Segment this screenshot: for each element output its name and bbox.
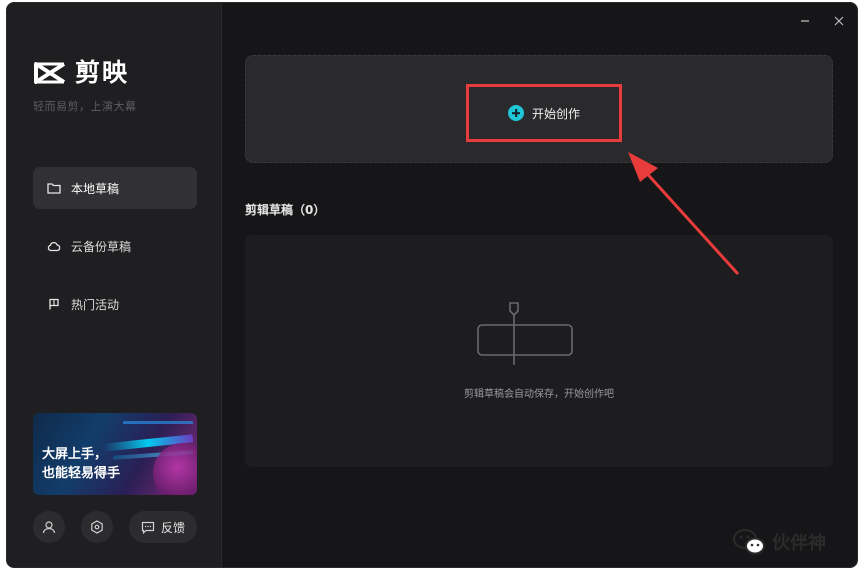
app-window: 剪映 轻而易剪，上演大幕 本地草稿 云备份草稿 热门活动 大屏上手， 也能轻易得… xyxy=(6,2,858,568)
banner-line-2: 也能轻易得手 xyxy=(42,466,121,481)
promo-banner[interactable]: 大屏上手， 也能轻易得手 xyxy=(33,413,197,495)
app-logo: 剪映 xyxy=(33,59,129,87)
close-button[interactable] xyxy=(831,13,847,29)
start-creating-button[interactable]: 开始创作 xyxy=(466,84,622,142)
wechat-icon xyxy=(733,529,765,555)
slogan: 轻而易剪，上演大幕 xyxy=(33,100,137,113)
sidebar-item-cloud-drafts[interactable]: 云备份草稿 xyxy=(33,225,197,267)
empty-timeline-icon xyxy=(477,302,573,365)
settings-button[interactable] xyxy=(81,511,113,543)
settings-icon xyxy=(91,520,103,534)
feedback-button[interactable]: 反馈 xyxy=(129,511,197,543)
banner-line-1: 大屏上手， xyxy=(42,447,108,462)
sidebar-item-hot-events[interactable]: 热门活动 xyxy=(33,283,197,325)
account-button[interactable] xyxy=(33,511,65,543)
flag-icon xyxy=(49,298,59,310)
sidebar: 剪映 轻而易剪，上演大幕 本地草稿 云备份草稿 热门活动 大屏上手， 也能轻易得… xyxy=(7,3,222,567)
close-icon xyxy=(834,16,844,26)
chat-icon xyxy=(141,521,155,534)
sidebar-item-label: 本地草稿 xyxy=(71,181,120,196)
start-creating-label: 开始创作 xyxy=(531,106,580,121)
drafts-list: 剪辑草稿会自动保存，开始创作吧 xyxy=(245,235,833,467)
banner-text: 大屏上手， 也能轻易得手 xyxy=(42,445,120,483)
sidebar-item-local-drafts[interactable]: 本地草稿 xyxy=(33,167,197,209)
minimize-icon xyxy=(801,20,809,22)
logo-text: 剪映 xyxy=(75,58,130,87)
plus-icon xyxy=(507,105,524,121)
folder-icon xyxy=(47,183,61,194)
cloud-icon xyxy=(47,241,61,252)
minimize-button[interactable] xyxy=(797,13,813,29)
feedback-label: 反馈 xyxy=(160,520,185,535)
create-project-card[interactable]: 开始创作 xyxy=(245,55,833,163)
watermark-text: 伙伴神 xyxy=(772,533,826,554)
user-icon xyxy=(42,521,56,534)
sidebar-item-label: 云备份草稿 xyxy=(71,239,132,254)
drafts-title: 剪辑草稿（0） xyxy=(245,203,326,217)
sidebar-item-label: 热门活动 xyxy=(71,297,120,312)
empty-state-text: 剪辑草稿会自动保存，开始创作吧 xyxy=(464,389,614,400)
capcut-logo-icon xyxy=(34,62,66,84)
watermark: 伙伴神 xyxy=(732,528,826,556)
